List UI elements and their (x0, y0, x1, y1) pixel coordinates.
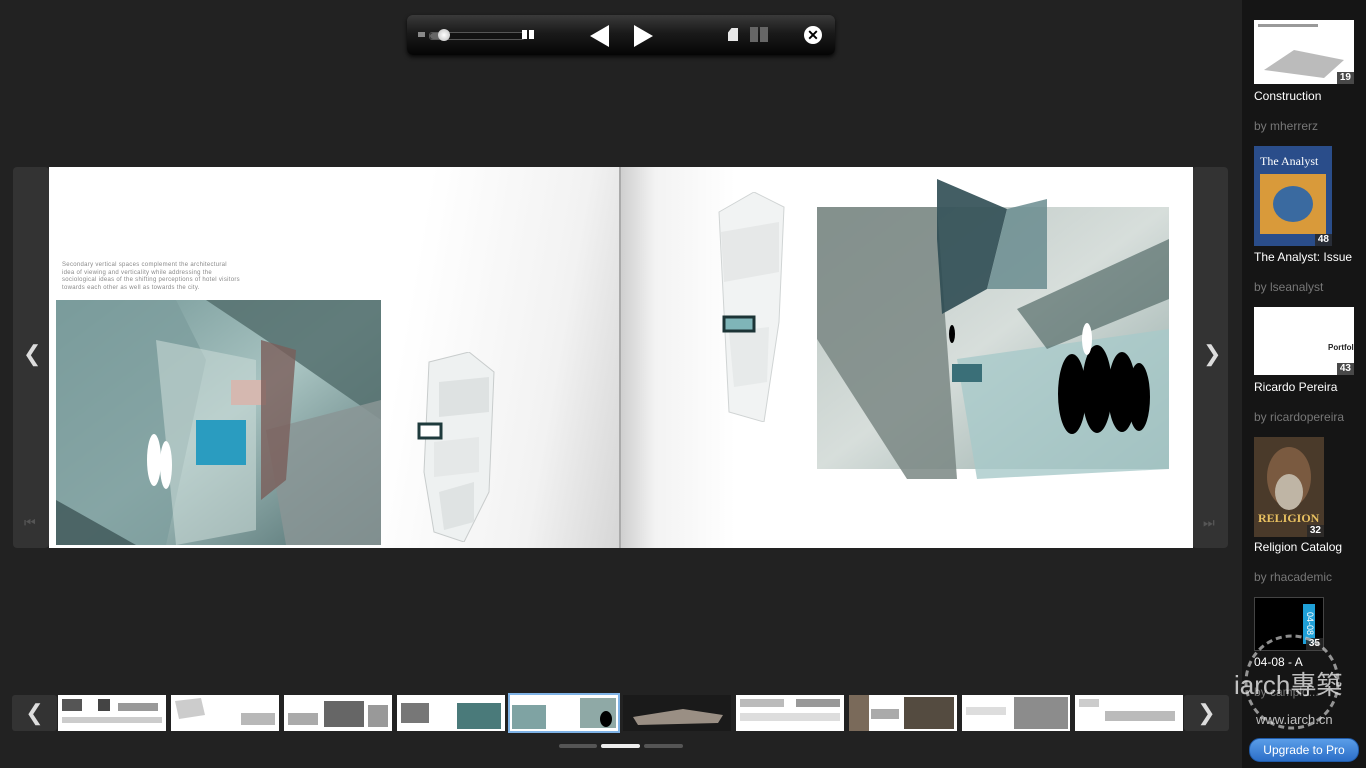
page-count-badge: 48 (1314, 234, 1332, 246)
publication-cover[interactable]: The Analyst 48 (1254, 146, 1332, 246)
publication-author[interactable]: by mherrerz (1254, 119, 1318, 133)
chevron-right-icon[interactable]: ❯ (1203, 341, 1221, 367)
page-dot-active[interactable] (601, 744, 640, 748)
next-page-panel[interactable]: ❯ ⏭ (1192, 167, 1228, 548)
zoom-max-icon[interactable] (522, 30, 534, 39)
svg-text:iarch專築: iarch專築 (1234, 670, 1342, 700)
publication-author[interactable]: by ricardopereira (1254, 410, 1344, 424)
cover-title-text: RELIGION (1258, 511, 1320, 525)
zoom-slider[interactable] (429, 29, 525, 41)
filmstrip-thumbnail[interactable] (58, 695, 166, 731)
filmstrip-thumbnail[interactable] (962, 695, 1070, 731)
previous-page-button[interactable] (590, 25, 609, 47)
publication-cover[interactable]: RELIGION 32 (1254, 437, 1324, 537)
page-count-badge: 19 (1336, 72, 1354, 84)
publication-title[interactable]: The Analyst: Issue (1254, 250, 1352, 264)
last-page-icon[interactable]: ⏭ (1203, 515, 1215, 531)
filmstrip-thumbnail[interactable] (623, 695, 731, 731)
zoom-min-icon[interactable] (418, 32, 425, 37)
left-page: Secondary vertical spaces complement the… (49, 167, 620, 548)
page-dot[interactable] (559, 744, 597, 748)
page-count-badge: 32 (1306, 525, 1324, 537)
cover-title-text: The Analyst (1260, 154, 1319, 168)
filmstrip-thumbnail-active[interactable] (508, 693, 620, 733)
tower-massing-image (417, 352, 495, 542)
filmstrip-thumbnail[interactable] (397, 695, 505, 731)
next-page-button[interactable] (634, 25, 653, 47)
page-dot[interactable] (644, 744, 683, 748)
filmstrip-thumbnail[interactable] (849, 695, 957, 731)
chevron-left-icon[interactable]: ❮ (23, 341, 41, 367)
tower-elevation-image (718, 192, 785, 422)
atrium-render-image (817, 179, 1169, 479)
book-spread[interactable]: Secondary vertical spaces complement the… (49, 167, 1193, 548)
filmstrip-thumbnail[interactable] (171, 695, 279, 731)
viewer-toolbar: ✕ (407, 15, 835, 55)
zoom-slider-handle[interactable] (438, 29, 451, 41)
publication-title[interactable]: Religion Catalog (1254, 540, 1342, 554)
filmstrip-thumbnail[interactable] (1075, 695, 1183, 731)
filmstrip-thumbnail[interactable] (736, 695, 844, 731)
page-caption: Secondary vertical spaces complement the… (62, 262, 240, 291)
close-button[interactable]: ✕ (804, 26, 822, 44)
cover-title-text: Portfolio (1328, 343, 1354, 352)
publication-author[interactable]: by rhacademic (1254, 570, 1332, 584)
filmstrip-thumbnail[interactable] (284, 695, 392, 731)
first-page-icon[interactable]: ⏮ (24, 515, 36, 531)
two-page-view-icon[interactable] (750, 27, 769, 42)
page-count-badge: 43 (1336, 363, 1354, 375)
filmstrip-prev-button[interactable]: ❮ (12, 695, 57, 731)
publication-cover[interactable]: 19 (1254, 20, 1354, 84)
iarch-watermark-logo: iarch專築 www.iarch.cn (1234, 634, 1342, 730)
upgrade-to-pro-button[interactable]: Upgrade to Pro (1249, 738, 1359, 762)
publication-cover[interactable]: Portfolio 43 (1254, 307, 1354, 375)
interior-render-image (56, 300, 381, 545)
publication-title[interactable]: Ricardo Pereira (1254, 380, 1337, 394)
prev-page-panel[interactable]: ❮ ⏮ (13, 167, 49, 548)
publication-author[interactable]: by lseanalyst (1254, 280, 1323, 294)
right-page (621, 167, 1193, 548)
svg-text:www.iarch.cn: www.iarch.cn (1255, 712, 1333, 727)
publication-title[interactable]: Construction (1254, 89, 1321, 103)
single-page-view-icon[interactable] (728, 28, 738, 41)
